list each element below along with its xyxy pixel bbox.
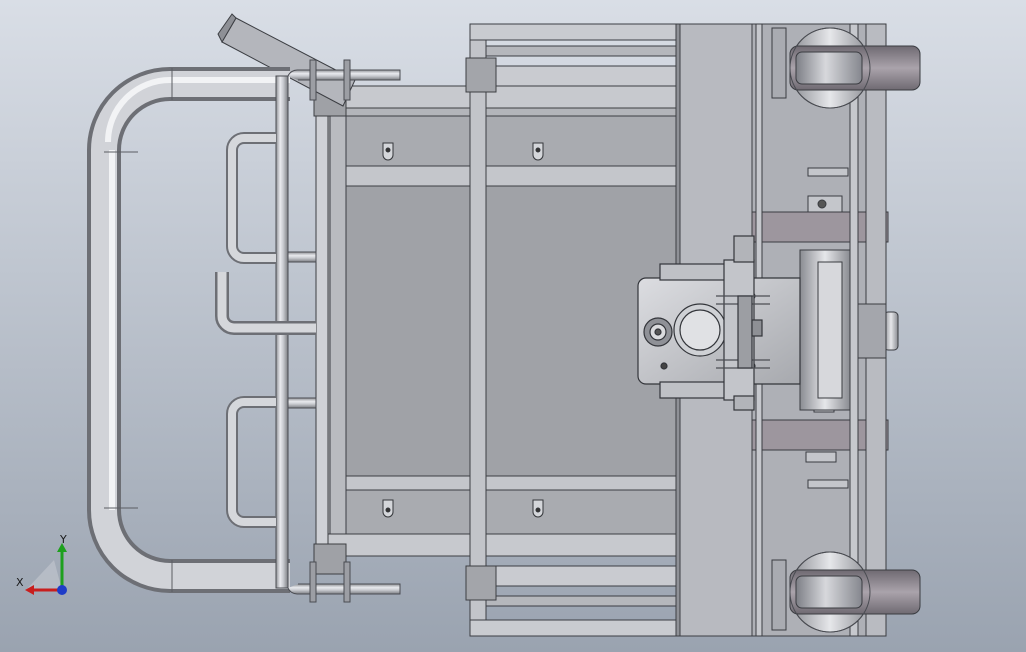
cart-model-top-view[interactable]: Y X xyxy=(0,0,1026,652)
triad-y-label: Y xyxy=(59,533,67,546)
cad-viewport[interactable]: Y X xyxy=(0,0,1026,652)
triad-x-label: X xyxy=(16,576,24,589)
